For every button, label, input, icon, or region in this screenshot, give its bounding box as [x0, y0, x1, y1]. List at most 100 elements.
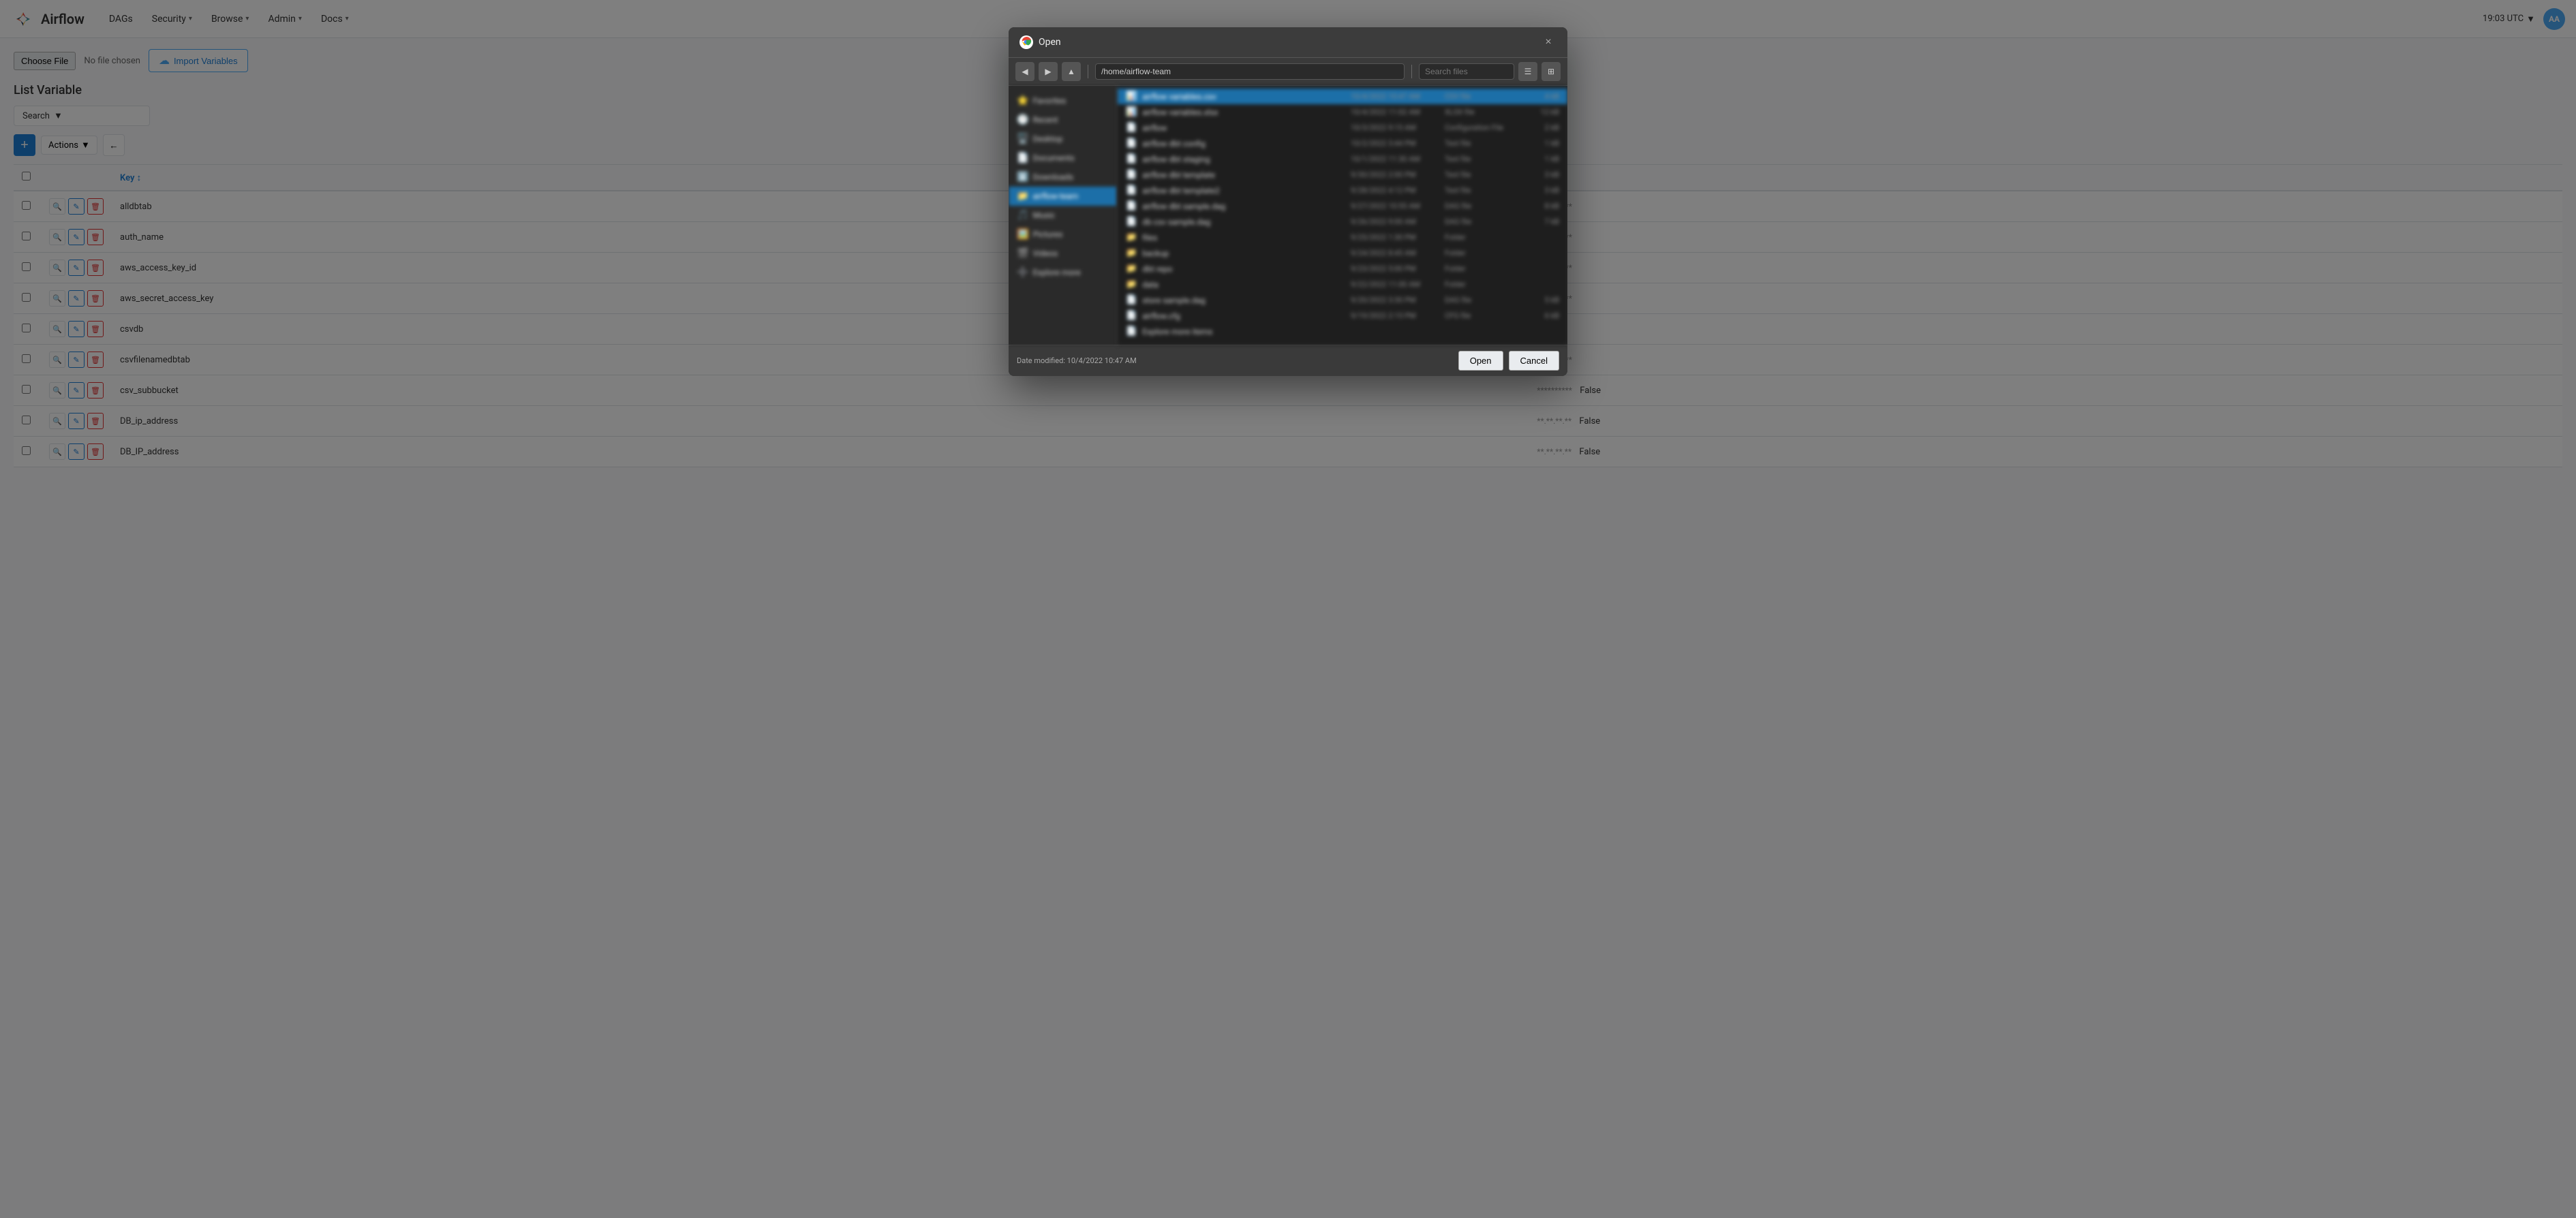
sidebar-folder[interactable]: ⬇️Downloads [1009, 168, 1117, 187]
file-size: 1 kB [1518, 155, 1559, 163]
file-name: airflow dbt template [1142, 170, 1345, 180]
file-size: 2 kB [1518, 123, 1559, 132]
folder-icon: 🕐 [1017, 114, 1028, 125]
file-type: CFG file [1445, 311, 1513, 320]
file-size: 12 kB [1518, 108, 1559, 116]
file-row[interactable]: 📄 airflow dbt config 10/2/2022 3:44 PM T… [1118, 136, 1567, 151]
file-row[interactable]: 📁 dbt repo 9/23/2022 5:00 PM Folder [1118, 261, 1567, 277]
folder-icon: 🎬 [1017, 248, 1028, 259]
folder-icon: ⭐ [1017, 95, 1028, 106]
dialog-overlay: Open × ◀ ▶ ▲ ☰ ⊞ ⭐Favorites🕐Recent🖥️Desk… [0, 0, 2576, 1218]
sidebar-folder[interactable]: 🎵Music [1009, 206, 1117, 225]
folder-label: Videos [1032, 249, 1058, 258]
file-row[interactable]: 📄 airflow dbt template 9/30/2022 2:00 PM… [1118, 167, 1567, 183]
toolbar-search-input[interactable] [1419, 63, 1514, 80]
folder-label: airflow-team [1032, 191, 1078, 201]
file-name: backup [1142, 249, 1345, 258]
file-type: Folder [1445, 264, 1513, 273]
sidebar-folder[interactable]: 🎬 Videos [1009, 244, 1117, 263]
file-name: airflow dbt sample.dag [1142, 202, 1345, 211]
file-row[interactable]: 📄 airflow.cfg 9/19/2022 2:15 PM CFG file… [1118, 308, 1567, 324]
file-date: 9/24/2022 8:45 AM [1351, 249, 1439, 257]
file-row[interactable]: 📄 airflow dbt staging 10/1/2022 11:30 AM… [1118, 151, 1567, 167]
file-name: airflow dbt staging [1142, 155, 1345, 164]
open-file-dialog: Open × ◀ ▶ ▲ ☰ ⊞ ⭐Favorites🕐Recent🖥️Desk… [1009, 27, 1567, 376]
file-type: Text file [1445, 186, 1513, 195]
file-type-icon: 📁 [1126, 264, 1137, 274]
file-size: 6 kB [1518, 311, 1559, 320]
folder-label: Documents [1032, 153, 1074, 163]
file-size: 5 kB [1518, 296, 1559, 304]
sidebar-folder[interactable]: 🖼️Pictures [1009, 225, 1117, 244]
file-row[interactable]: 📁 data 9/22/2022 11:00 AM Folder [1118, 277, 1567, 292]
file-type: DAG file [1445, 217, 1513, 226]
file-date: 10/4/2022 11:02 AM [1351, 108, 1439, 116]
toolbar-location-input[interactable] [1095, 63, 1405, 80]
chrome-icon [1019, 35, 1033, 49]
file-type-icon: 📄 [1126, 326, 1137, 337]
file-date: 10/1/2022 11:30 AM [1351, 155, 1439, 163]
file-type-icon: 📁 [1126, 232, 1137, 243]
dialog-cancel-button[interactable]: Cancel [1509, 351, 1559, 371]
file-row[interactable]: 📄 Explore more items [1118, 324, 1567, 339]
folder-icon: 🎵 [1017, 210, 1028, 221]
file-name: data [1142, 280, 1345, 290]
file-date: 9/23/2022 5:00 PM [1351, 264, 1439, 273]
file-size: 3 kB [1518, 186, 1559, 195]
file-name: airflow.cfg [1142, 311, 1345, 321]
file-type: Folder [1445, 280, 1513, 289]
file-name: Explore more items [1142, 327, 1345, 337]
file-size: 4 kB [1518, 92, 1559, 101]
dialog-open-button[interactable]: Open [1458, 351, 1503, 371]
toolbar-forward-button[interactable]: ▶ [1039, 62, 1058, 81]
dialog-close-button[interactable]: × [1540, 34, 1557, 50]
file-row[interactable]: 📁 files 9/25/2022 1:30 PM Folder [1118, 230, 1567, 245]
file-row[interactable]: 📄 airflow dbt sample.dag 9/27/2022 10:55… [1118, 198, 1567, 214]
file-type: Text file [1445, 155, 1513, 163]
file-row[interactable]: 📄 store sample.dag 9/20/2022 3:30 PM DAG… [1118, 292, 1567, 308]
sidebar-folder[interactable]: ➕Explore more [1009, 263, 1117, 282]
sidebar-folder[interactable]: 🖥️Desktop [1009, 129, 1117, 149]
file-date: 9/19/2022 2:15 PM [1351, 311, 1439, 320]
toolbar-back-button[interactable]: ◀ [1015, 62, 1034, 81]
folder-label: Downloads [1032, 172, 1073, 182]
file-size: 1 kB [1518, 139, 1559, 148]
dialog-toolbar: ◀ ▶ ▲ ☰ ⊞ [1009, 58, 1567, 86]
file-row[interactable]: 📊 airflow variables.csv 10/4/2022 10:47 … [1118, 89, 1567, 104]
file-date: 9/28/2022 4:12 PM [1351, 186, 1439, 195]
sidebar-folder[interactable]: 📄 Documents [1009, 149, 1117, 168]
file-name: airflow [1142, 123, 1345, 133]
file-row[interactable]: 📄 airflow dbt template2 9/28/2022 4:12 P… [1118, 183, 1567, 198]
dialog-sidebar: ⭐Favorites🕐Recent🖥️Desktop 📄 Documents ⬇️Do… [1009, 86, 1118, 345]
toolbar-view-button[interactable]: ☰ [1518, 62, 1537, 81]
dialog-footer-buttons: Open Cancel [1458, 351, 1559, 371]
file-size: 7 kB [1518, 217, 1559, 226]
file-row[interactable]: 📊 airflow variables.xlsx 10/4/2022 11:02… [1118, 104, 1567, 120]
file-row[interactable]: 📁 backup 9/24/2022 8:45 AM Folder [1118, 245, 1567, 261]
file-type-icon: 📁 [1126, 279, 1137, 290]
folder-icon: 📄 [1017, 153, 1028, 163]
file-type-icon: 📄 [1126, 295, 1137, 305]
file-type-icon: 📄 [1126, 170, 1137, 180]
file-type-icon: 📄 [1126, 201, 1137, 211]
sidebar-folder[interactable]: ⭐Favorites [1009, 91, 1117, 110]
file-date: 9/22/2022 11:00 AM [1351, 280, 1439, 289]
file-row[interactable]: 📄 db csv sample.dag 9/26/2022 9:00 AM DA… [1118, 214, 1567, 230]
file-name: store sample.dag [1142, 296, 1345, 305]
folder-label: Explore more [1032, 268, 1080, 277]
toolbar-grid-button[interactable]: ⊞ [1542, 62, 1561, 81]
file-row[interactable]: 📄 airflow 10/3/2022 9:15 AM Configuratio… [1118, 120, 1567, 136]
folder-icon: 📁 [1017, 191, 1028, 202]
file-date: 10/4/2022 10:47 AM [1351, 92, 1439, 101]
file-size: 3 kB [1518, 170, 1559, 179]
file-type-icon: 📁 [1126, 248, 1137, 258]
file-type-icon: 📄 [1126, 154, 1137, 164]
file-type: Text file [1445, 139, 1513, 148]
dialog-date-info: Date modified: 10/4/2022 10:47 AM [1017, 356, 1137, 365]
sidebar-folder[interactable]: 🕐Recent [1009, 110, 1117, 129]
folder-label: Pictures [1032, 230, 1062, 239]
sidebar-folder[interactable]: 📁 airflow-team [1009, 187, 1117, 206]
file-date: 9/30/2022 2:00 PM [1351, 170, 1439, 179]
toolbar-up-button[interactable]: ▲ [1062, 62, 1081, 81]
file-date: 9/20/2022 3:30 PM [1351, 296, 1439, 304]
